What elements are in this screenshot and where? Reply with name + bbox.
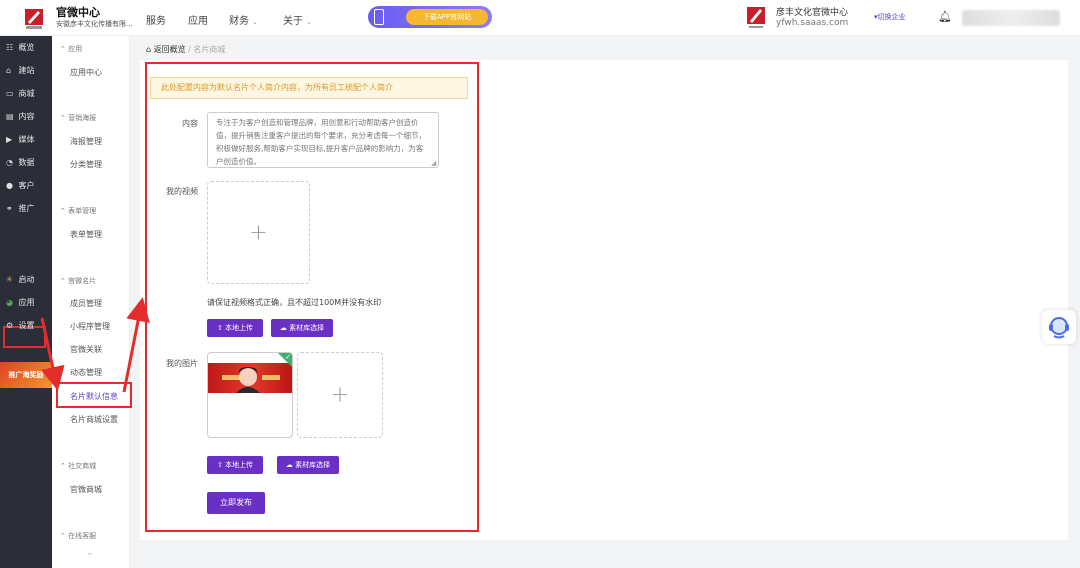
media-icon: ▶ <box>6 135 13 144</box>
sidebar-item-customer[interactable]: ● 客户 <box>6 180 35 191</box>
main-sidebar: ☷ 概览 ⌂ 建站 ▭ 商城 ▤ 内容 ▶ 媒体 ◔ 数据 ● 客户 ⚭ 推广 … <box>0 36 52 568</box>
image-library-select-button[interactable]: ☁ 素材库选择 <box>277 456 339 474</box>
company-url: yfwh.saaas.com <box>776 18 849 28</box>
subnav-item[interactable]: 成员管理 <box>70 298 102 309</box>
breadcrumb-home[interactable]: 返回概览 <box>154 45 186 54</box>
download-app-banner[interactable]: 下载APP官网站 <box>368 6 492 28</box>
uploaded-image <box>208 363 292 393</box>
switch-company-button[interactable]: ▾切换企业 <box>874 12 906 22</box>
nav-about[interactable]: 关于 ⌄ <box>283 12 312 27</box>
overview-icon: ☷ <box>6 43 14 52</box>
subnav-group-head[interactable]: ⌃ 表单管理 <box>60 206 96 216</box>
video-library-select-button[interactable]: ☁ 素材库选择 <box>271 319 333 337</box>
publish-button[interactable]: 立即发布 <box>207 492 265 514</box>
brand-logo[interactable] <box>24 8 44 30</box>
bell-icon[interactable]: 🔔︎ <box>938 10 952 23</box>
subnav-group-head[interactable]: ⌃ 应用 <box>60 44 82 54</box>
chevron-down-icon: ⌄ <box>252 18 258 26</box>
sidebar-item-media[interactable]: ▶ 媒体 <box>6 134 35 145</box>
chevron-down-icon[interactable]: ⌄ <box>86 548 94 558</box>
subnav-group-head[interactable]: ⌃ 营销海报 <box>60 113 96 123</box>
content-label: 内容 <box>182 119 198 128</box>
video-hint: 请保证视频格式正确，且不超过100M并没有水印 <box>207 298 382 307</box>
subnav-item[interactable]: 小程序管理 <box>70 321 110 332</box>
video-label: 我的视频 <box>166 187 198 196</box>
image-upload-box[interactable]: + <box>297 352 383 438</box>
sidebar-item-overview[interactable]: ☷ 概览 <box>6 42 35 53</box>
gear-icon: ⚙ <box>6 321 14 330</box>
image-label: 我的图片 <box>166 359 198 368</box>
sidebar-item-site[interactable]: ⌂ 建站 <box>6 65 35 76</box>
promote-icon: ⚭ <box>6 204 13 213</box>
nav-apps[interactable]: 应用 <box>188 12 208 27</box>
brand-subtitle: 安徽彦丰文化传播有限... <box>56 20 133 28</box>
highlight-box-active-subnav <box>56 382 132 408</box>
subnav-item[interactable]: 名片商城设置 <box>70 414 118 425</box>
app-icon: ◕ <box>6 298 13 307</box>
download-app-label: 下载APP官网站 <box>406 9 488 25</box>
data-icon: ◔ <box>6 158 13 167</box>
notice-banner: 此处配置内容为默认名片个人简介内容，为所有员工统配个人简介 <box>150 77 468 99</box>
sidebar-item-promote[interactable]: ⚭ 推广 <box>6 203 35 214</box>
nav-finance[interactable]: 财务 ⌄ <box>229 12 258 27</box>
subnav-item[interactable]: 分类管理 <box>70 159 102 170</box>
sidebar-item-settings[interactable]: ⚙ 设置 <box>6 320 35 331</box>
video-local-upload-button[interactable]: ⇧ 本地上传 <box>207 319 263 337</box>
top-bar: 官微中心 安徽彦丰文化传播有限... 服务 应用 财务 ⌄ 关于 ⌄ 下载APP官网… <box>0 0 1080 36</box>
resize-handle-icon[interactable]: ◢ <box>431 159 436 167</box>
check-icon: ✓ <box>278 353 292 367</box>
sidebar-item-shop[interactable]: ▭ 商城 <box>6 88 35 99</box>
content-textarea[interactable]: 专注于为客户创造和管理品牌，用创意和行动帮助客户创造价值，提升销售注重客户提出的… <box>207 112 439 168</box>
promo-reward-badge[interactable]: 推广海奖励 <box>0 362 52 388</box>
uploaded-image-thumbnail[interactable]: ✓ <box>207 352 293 438</box>
plus-icon: + <box>249 220 268 245</box>
shop-icon: ▭ <box>6 89 14 98</box>
sidebar-item-data[interactable]: ◔ 数据 <box>6 157 35 168</box>
home-icon: ⌂ <box>6 66 12 75</box>
customer-icon: ● <box>6 181 13 190</box>
home-icon[interactable]: ⌂ <box>146 45 151 54</box>
launch-icon: ✳ <box>6 275 13 284</box>
subnav-group-head[interactable]: ⌃ 社交商城 <box>60 461 96 471</box>
company-logo <box>746 6 766 30</box>
subnav-item[interactable]: 表单管理 <box>70 229 102 240</box>
sidebar-item-content[interactable]: ▤ 内容 <box>6 111 35 122</box>
image-local-upload-button[interactable]: ⇧ 本地上传 <box>207 456 263 474</box>
phone-icon <box>374 9 384 25</box>
sub-sidebar: ⌃ 应用 应用中心 ⌃ 营销海报 海报管理 分类管理 ⌃ 表单管理 表单管理 ⌃… <box>52 36 130 568</box>
video-upload-box[interactable]: + <box>207 181 310 284</box>
subnav-group-head[interactable]: ⌃ 官微名片 <box>60 276 96 286</box>
chevron-down-icon: ⌄ <box>306 18 312 26</box>
content-icon: ▤ <box>6 112 14 121</box>
breadcrumb-current: 名片商城 <box>193 45 226 54</box>
subnav-item[interactable]: 官微关联 <box>70 344 102 355</box>
support-icon[interactable] <box>1042 310 1076 344</box>
breadcrumb: ⌂ 返回概览 / 名片商城 <box>146 45 226 54</box>
sidebar-item-app[interactable]: ◕ 应用 <box>6 297 35 308</box>
subnav-item[interactable]: 海报管理 <box>70 136 102 147</box>
company-name: 彦丰文化官微中心 <box>776 8 849 18</box>
brand-title: 官微中心 <box>56 6 100 19</box>
subnav-item[interactable]: 官微商城 <box>70 484 102 495</box>
sidebar-item-launch[interactable]: ✳ 启动 <box>6 274 35 285</box>
subnav-group-head[interactable]: ⌃ 在线客服 <box>60 531 96 541</box>
user-account[interactable] <box>962 10 1060 26</box>
plus-icon: + <box>330 382 350 408</box>
nav-services[interactable]: 服务 <box>146 12 166 27</box>
subnav-item[interactable]: 应用中心 <box>70 67 102 78</box>
subnav-item[interactable]: 动态管理 <box>70 367 102 378</box>
